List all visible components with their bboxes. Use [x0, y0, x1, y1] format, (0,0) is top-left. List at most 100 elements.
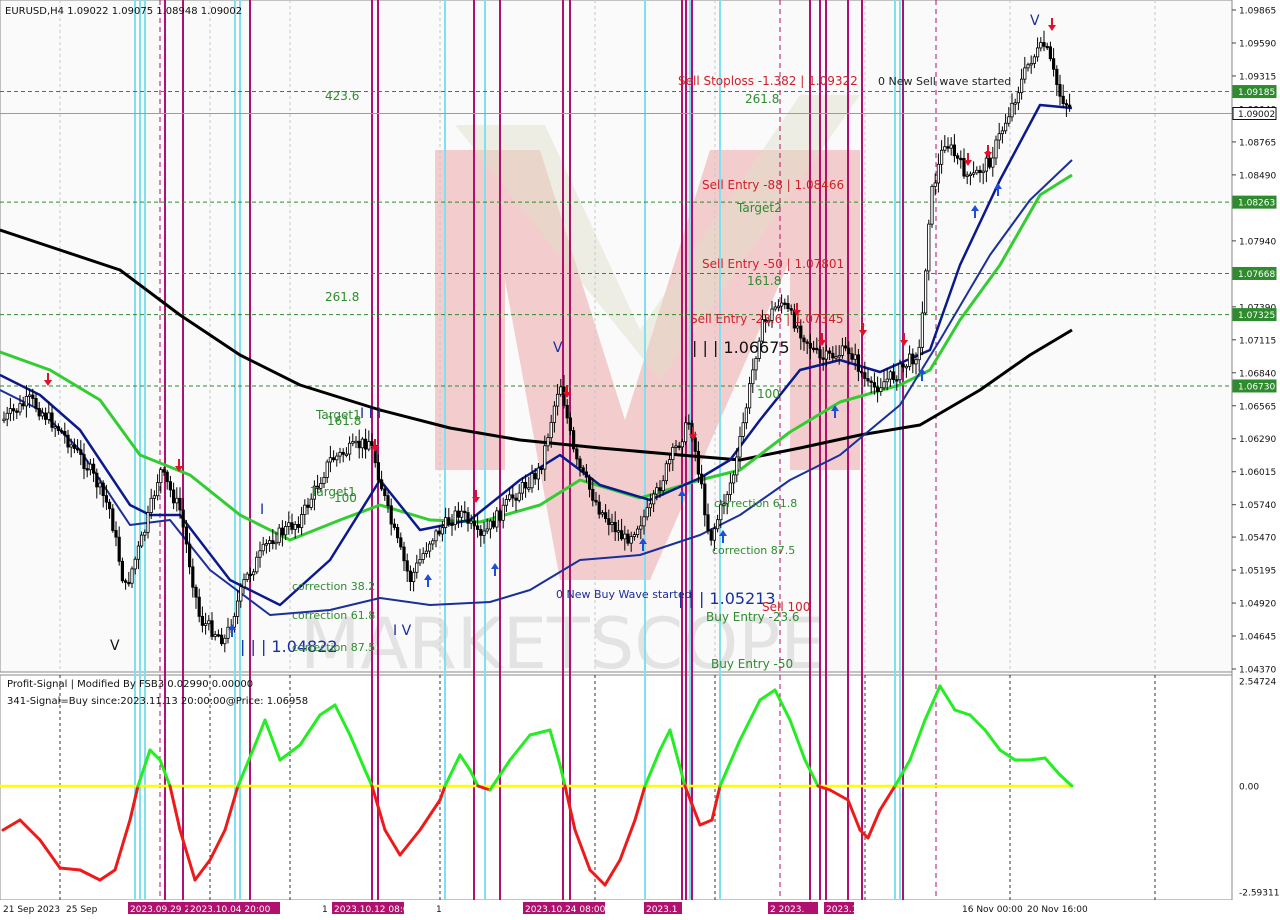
- sell-entry-88-label: Sell Entry -88 | 1.08466: [702, 178, 844, 192]
- candle-body: [351, 441, 355, 444]
- candle-body: [24, 395, 29, 407]
- candle-body: [943, 146, 947, 151]
- candle-body: [159, 469, 163, 484]
- price-tick-label: 1.05740: [1239, 501, 1276, 511]
- candle-body: [139, 534, 144, 547]
- candle-body: [155, 482, 160, 497]
- price-tick-label: 1.06290: [1239, 435, 1276, 445]
- candle-body: [191, 566, 195, 588]
- candle-body: [207, 620, 211, 625]
- candle-body: [56, 426, 61, 431]
- candle-body: [450, 523, 454, 526]
- candle-body: [712, 528, 717, 541]
- time-axis-label: 16 Nov 00:00: [962, 905, 1023, 915]
- candle-body: [668, 459, 672, 465]
- candle-body: [40, 412, 45, 417]
- indicator-tick-label: -2.59311: [1239, 889, 1279, 899]
- candle-body: [914, 359, 918, 365]
- candle-body: [325, 461, 329, 478]
- candle-body: [2, 418, 6, 422]
- candle-body: [802, 337, 806, 343]
- candle-body: [11, 408, 16, 412]
- time-highlight-label: 2023.10.12 08:00: [334, 905, 415, 915]
- candle-body: [565, 404, 569, 419]
- candle-body: [338, 451, 342, 457]
- oscillator-segment: [1028, 756, 1047, 762]
- candle-body: [789, 308, 793, 311]
- candle-body: [181, 509, 185, 528]
- candle-body: [287, 522, 291, 527]
- candle-body: [744, 407, 749, 424]
- chart-window: MARKETSCOPE Sell Stoploss -1.382 | 1.093…: [0, 0, 1280, 920]
- candle-body: [1045, 45, 1049, 49]
- candle-body: [63, 431, 67, 436]
- candle-body: [255, 556, 259, 573]
- candle-body: [716, 519, 720, 530]
- symbol-header: EURUSD,H4 1.09022 1.09075 1.08948 1.0900…: [5, 6, 242, 17]
- candle-body: [869, 380, 873, 383]
- candle-body: [440, 527, 445, 535]
- candle-body: [60, 430, 64, 433]
- candle-body: [360, 438, 365, 449]
- candle-body: [1000, 130, 1005, 135]
- candle-body: [347, 442, 352, 455]
- candle-body: [171, 489, 176, 504]
- candle-body: [200, 615, 204, 626]
- candle-body: [258, 550, 262, 558]
- price-tick-label: 1.04645: [1239, 633, 1276, 643]
- candle-body: [927, 223, 931, 272]
- candle-body: [120, 560, 124, 582]
- candle-body: [341, 451, 345, 455]
- candle-body: [728, 482, 733, 495]
- candle-body: [37, 408, 41, 417]
- candle-body: [581, 467, 585, 473]
- candle-body: [879, 387, 883, 392]
- candle-body: [267, 540, 272, 544]
- candle-body: [367, 441, 371, 450]
- candle-body: [143, 531, 147, 536]
- price-tick-label: 1.09315: [1239, 72, 1276, 82]
- candle-body: [472, 520, 477, 527]
- candle-body: [85, 468, 89, 471]
- price-tick-label: 1.04370: [1239, 666, 1276, 676]
- candle-body: [623, 533, 627, 540]
- correction-618-mid-label: correction 61.8: [714, 497, 797, 510]
- candle-body: [335, 455, 339, 461]
- candle-body: [674, 445, 678, 448]
- candle-body: [248, 573, 252, 577]
- candle-body: [1039, 42, 1043, 49]
- candle-body: [511, 494, 515, 499]
- candle-body: [706, 514, 710, 531]
- candle-body: [168, 481, 172, 491]
- candle-body: [21, 403, 25, 407]
- candle-body: [530, 473, 534, 489]
- candle-body: [568, 417, 573, 431]
- candle-body: [748, 383, 752, 409]
- candle-body: [911, 353, 915, 365]
- candle-body: [108, 501, 112, 510]
- candle-body: [677, 445, 681, 448]
- buy-entry-50-label: Buy Entry -50: [711, 657, 793, 671]
- time-highlight-label: 2023.1: [826, 905, 858, 915]
- candle-body: [994, 139, 998, 159]
- candle-body: [424, 550, 429, 554]
- candle-body: [888, 371, 893, 380]
- candle-body: [82, 454, 86, 469]
- candle-body: [924, 270, 928, 314]
- candle-body: [700, 473, 704, 485]
- candle-body: [475, 525, 480, 530]
- candle-body: [27, 394, 32, 397]
- candle-body: [549, 422, 553, 439]
- candle-body: [79, 449, 83, 455]
- candle-body: [283, 526, 288, 536]
- candle-body: [251, 571, 256, 576]
- candle-body: [978, 169, 982, 173]
- price-tick-label: 1.07940: [1239, 237, 1276, 247]
- candle-body: [239, 586, 243, 602]
- candle-body: [104, 495, 108, 503]
- candle-body: [751, 369, 755, 385]
- candle-body: [972, 172, 976, 175]
- candle-body: [98, 482, 102, 488]
- candle-body: [872, 382, 877, 388]
- candle-body: [261, 543, 265, 552]
